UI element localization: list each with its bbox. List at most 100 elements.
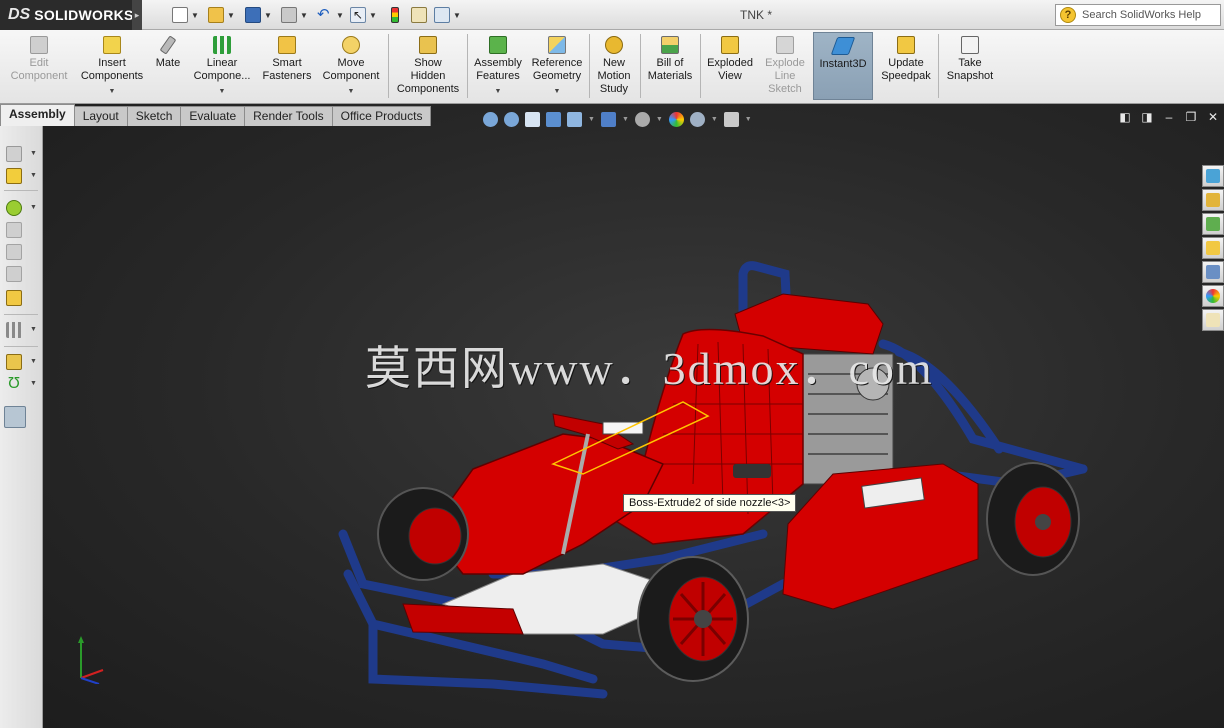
- tab-layout[interactable]: Layout: [73, 106, 128, 126]
- new-motion-study-button[interactable]: New Motion Study: [592, 32, 636, 100]
- print-button[interactable]: ▼: [281, 6, 308, 24]
- tab-assembly[interactable]: Assembly: [0, 104, 75, 126]
- tab-render-tools[interactable]: Render Tools: [244, 106, 333, 126]
- help-search-box[interactable]: ? Search SolidWorks Help: [1055, 4, 1221, 26]
- mate-icon[interactable]: [6, 200, 22, 216]
- rear-right-wheel: [986, 462, 1080, 576]
- speedpak-icon: [897, 36, 915, 54]
- update-speedpak-button[interactable]: Update Speedpak: [877, 32, 935, 100]
- chevron-down-icon[interactable]: ▼: [554, 85, 561, 98]
- insert-component-icon[interactable]: [6, 168, 22, 184]
- graphics-viewport[interactable]: ▼ ▼ ▼ ▼ ▼ ◧ ◨ – ❐ ✕ 莫西网www．3dmox．com Bos…: [43, 104, 1224, 728]
- pattern-icon[interactable]: [6, 322, 22, 338]
- gokart-model[interactable]: [43, 104, 1224, 728]
- custom-properties-tab[interactable]: [1202, 309, 1224, 331]
- smart-fasteners-button[interactable]: Smart Fasteners: [256, 32, 318, 100]
- front-right-wheel: [637, 556, 749, 682]
- explode-line-icon: [776, 36, 794, 54]
- show-hidden-icon: [419, 36, 437, 54]
- motion-study-icon: [605, 36, 623, 54]
- appearances-tab[interactable]: [1202, 285, 1224, 307]
- new-doc-icon: [172, 7, 188, 23]
- bom-icon: [661, 36, 679, 54]
- left-toolbar: ▼ ▼ ▼ ▼ ▼ Ʊ▼ ▸▸▸: [0, 126, 53, 728]
- rotate-icon[interactable]: [6, 244, 22, 260]
- open-button[interactable]: ▼: [208, 6, 235, 24]
- move-component-button[interactable]: Move Component ▼: [318, 32, 384, 100]
- help-search-input[interactable]: Search SolidWorks Help: [1082, 9, 1201, 21]
- solidworks-logo[interactable]: DS SOLIDWORKS: [0, 0, 133, 30]
- tab-sketch[interactable]: Sketch: [126, 106, 182, 126]
- curve-icon[interactable]: Ʊ: [6, 376, 22, 392]
- undo-icon: ↶: [317, 6, 330, 23]
- separator: [388, 34, 389, 98]
- custom-properties-icon: [1206, 313, 1220, 327]
- reference-triad-icon: [78, 636, 104, 684]
- explode-line-sketch-button[interactable]: Explode Line Sketch: [760, 32, 810, 100]
- mate-icon: [159, 35, 177, 55]
- tab-evaluate[interactable]: Evaluate: [180, 106, 246, 126]
- take-snapshot-button[interactable]: Take Snapshot: [941, 32, 999, 100]
- design-library-tab[interactable]: [1202, 189, 1224, 211]
- exploded-view-button[interactable]: Exploded View: [703, 32, 757, 100]
- show-hidden-components-button[interactable]: Show Hidden Components: [392, 32, 464, 100]
- bill-of-materials-button[interactable]: Bill of Materials: [643, 32, 697, 100]
- edit-component-icon[interactable]: [6, 146, 22, 162]
- view-palette-tab[interactable]: [1202, 261, 1224, 283]
- chevron-down-icon[interactable]: ▼: [348, 85, 355, 98]
- rebuild-button[interactable]: [391, 6, 399, 24]
- rebuild-icon: [391, 7, 399, 23]
- file-properties-button[interactable]: [411, 6, 427, 24]
- insert-components-icon: [103, 36, 121, 54]
- menu-expand-arrow[interactable]: ▸: [132, 0, 142, 30]
- move-icon[interactable]: [6, 222, 22, 238]
- file-props-icon: [411, 7, 427, 23]
- smart-fasteners-icon: [278, 36, 296, 54]
- command-manager: Edit Component Insert Components ▼ Mate …: [0, 30, 1224, 104]
- design-library-tree-tab[interactable]: [1202, 213, 1224, 235]
- solidworks-resources-tab[interactable]: [1202, 165, 1224, 187]
- reference-geometry-icon[interactable]: [6, 354, 22, 370]
- appearances-icon: [1206, 289, 1220, 303]
- open-icon: [208, 7, 224, 23]
- feature-tooltip: Boss-Extrude2 of side nozzle<3>: [623, 494, 797, 512]
- assembly-features-icon: [489, 36, 507, 54]
- edit-component-icon: [30, 36, 48, 54]
- exploded-view-icon: [721, 36, 739, 54]
- mate-button[interactable]: Mate: [150, 32, 186, 100]
- linear-pattern-icon: [213, 36, 231, 54]
- options-button[interactable]: ▼: [434, 6, 461, 24]
- home-icon: [1206, 193, 1220, 207]
- front-left-wheel: [377, 487, 469, 581]
- chevron-down-icon[interactable]: ▼: [495, 85, 502, 98]
- instant3d-icon[interactable]: [4, 406, 26, 428]
- chevron-down-icon[interactable]: ▼: [219, 85, 226, 98]
- edit-component-button[interactable]: Edit Component: [4, 32, 74, 100]
- ds-logo-mark: DS: [8, 6, 31, 23]
- library-icon: [1206, 217, 1220, 231]
- new-document-button[interactable]: ▼: [172, 6, 199, 24]
- insert-components-button[interactable]: Insert Components ▼: [76, 32, 148, 100]
- select-icon: ↖: [350, 7, 366, 23]
- save-icon: [245, 7, 261, 23]
- assembly-features-button[interactable]: Assembly Features ▼: [470, 32, 526, 100]
- instant3d-button[interactable]: Instant3D: [813, 32, 873, 100]
- separator: [589, 34, 590, 98]
- linear-component-pattern-button[interactable]: Linear Compone... ▼: [188, 32, 256, 100]
- front-bumper-panel: [402, 603, 524, 635]
- chevron-down-icon[interactable]: ▼: [109, 85, 116, 98]
- select-button[interactable]: ↖ ▼: [350, 6, 377, 24]
- save-button[interactable]: ▼: [245, 6, 272, 24]
- options-icon: [434, 7, 450, 23]
- reference-geometry-button[interactable]: Reference Geometry ▼: [528, 32, 586, 100]
- resources-icon: [1206, 169, 1220, 183]
- task-pane-tabs: [1202, 165, 1224, 333]
- file-explorer-tab[interactable]: [1202, 237, 1224, 259]
- pedal: [733, 464, 771, 478]
- smart-mates-icon[interactable]: [6, 266, 22, 282]
- separator: [640, 34, 641, 98]
- show-hidden-icon[interactable]: [6, 290, 22, 306]
- undo-button[interactable]: ↶ ▼: [317, 6, 344, 24]
- tab-office-products[interactable]: Office Products: [331, 106, 432, 126]
- snapshot-icon: [961, 36, 979, 54]
